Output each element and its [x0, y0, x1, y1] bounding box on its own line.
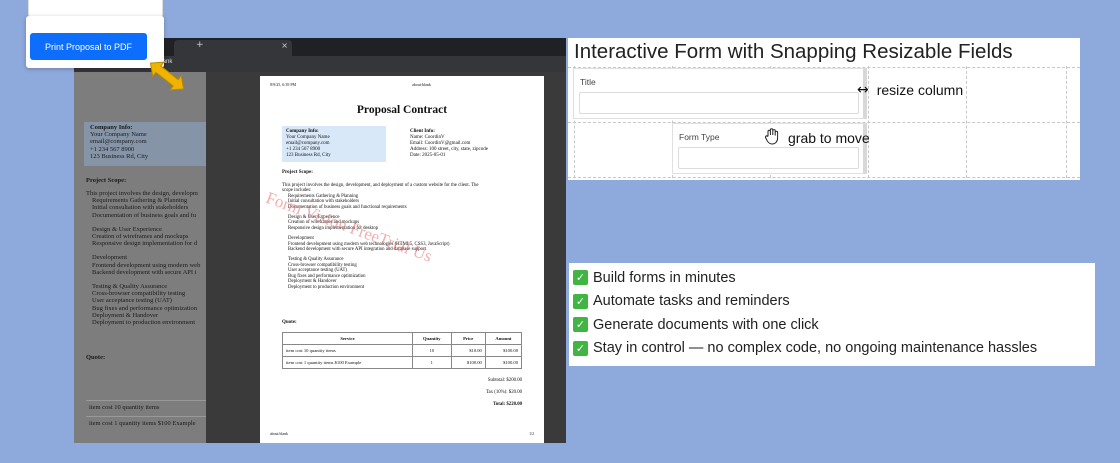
bg-scope-line: Creation of wireframes and mockups [92, 233, 189, 241]
scope-spacer [86, 219, 206, 226]
company-line: 123 Business Rd, City [286, 153, 331, 158]
scope-heading: Project Scope: [282, 170, 313, 175]
cell-amount: $100.00 [484, 356, 523, 369]
company-heading: Company Info: [286, 129, 319, 134]
cell-price: $100.00 [450, 356, 486, 369]
bg-scope-line: Requirements Gathering & Planning [92, 197, 188, 205]
bg-scope-line: Deployment & Handover [92, 311, 159, 319]
bg-scope-line: User acceptance testing (UAT) [92, 297, 172, 305]
bg-scope-line: Design & User Experience [92, 225, 162, 233]
bg-quote-row: item cost 1 quantity items $100 Example [86, 416, 206, 430]
client-line: Date: 2025-05-01 [410, 153, 446, 158]
col-price: Price [450, 332, 486, 345]
title-input[interactable] [579, 92, 859, 114]
check-icon: ✓ [573, 293, 588, 309]
page-number: 1/2 [529, 432, 534, 436]
table-row: item cost 10 quantity items 10 $10.00 $1… [282, 344, 523, 357]
total: Total: $220.00 [493, 402, 522, 407]
page-footer-url: about:blank [270, 432, 288, 436]
tax: Tax (10%): $20.00 [485, 390, 522, 395]
bg-scope-line: Testing & Quality Assurance [92, 283, 168, 291]
move-hint-text: grab to move [788, 129, 870, 146]
table-row: item cost 1 quantity items $100 Example … [282, 356, 523, 369]
benefits-list: ✓ Build forms in minutes ✓ Automate task… [569, 263, 1095, 366]
quote-table: Service Quantity Price Amount item cost … [282, 332, 523, 369]
form-builder-demo: Interactive Form with Snapping Resizable… [568, 38, 1080, 180]
scope-spacer [86, 247, 206, 254]
bg-scope-line: Bug fixes and performance optimization [92, 304, 198, 312]
bg-scope-line: Backend development with secure API i [92, 268, 197, 276]
page-header-name: about:blank [412, 82, 431, 87]
benefit-text: Stay in control — no complex code, no on… [593, 340, 1038, 357]
benefit-text: Automate tasks and reminders [593, 293, 790, 310]
client-info: Client Info: Name: CoordinV Email: Coord… [410, 129, 488, 159]
check-icon: ✓ [573, 270, 588, 286]
print-proposal-button[interactable]: Print Proposal to PDF [30, 33, 147, 60]
resize-horizontal-icon: ↔ [857, 82, 869, 98]
bg-scope-line: Responsive design implementation for d [92, 240, 198, 248]
list-item: ✓ Build forms in minutes [573, 266, 1091, 290]
check-icon: ✓ [573, 340, 588, 356]
form-demo-title: Interactive Form with Snapping Resizable… [574, 40, 1013, 63]
bg-scope-line: This project involves the design, develo… [86, 190, 198, 197]
bg-scope-line: Deployment to production environment [92, 319, 196, 327]
browser-screenshot: × + blank Company Info: Your Company Nam… [74, 38, 566, 443]
cell-amount: $100.00 [484, 344, 523, 357]
bg-scope-line: Development [92, 254, 128, 262]
proposal-title: Proposal Contract [356, 104, 448, 116]
bg-quote-heading: Quote: [86, 354, 106, 361]
benefit-text: Build forms in minutes [593, 269, 736, 286]
col-amount: Amount [484, 332, 523, 345]
list-item: ✓ Automate tasks and reminders [573, 290, 1091, 314]
grid-line [568, 177, 1080, 178]
quote-heading: Quote: [282, 320, 297, 325]
bg-company-line: +1 234 567 8900 [90, 145, 135, 153]
bg-company-info: Company Info: Your Company Name email@co… [84, 122, 206, 166]
form-type-input[interactable] [678, 147, 859, 169]
title-field-card[interactable]: Title [573, 68, 867, 119]
col-quantity: Quantity [412, 332, 452, 345]
cell-service: item cost 1 quantity items $100 Example [282, 356, 413, 369]
tab-close-icon[interactable]: × [281, 41, 288, 50]
bg-scope-line: Initial consultation with stakeholders [92, 204, 189, 212]
quote-table-header: Service Quantity Price Amount [282, 332, 523, 345]
move-hint: grab to move [764, 127, 870, 148]
bg-company-line: Your Company Name [90, 131, 147, 139]
print-preview-page: 8/9/25, 6:39 PM about:blank Proposal Con… [260, 76, 544, 443]
resize-hint-text: resize column [876, 82, 964, 98]
list-item: ✓ Generate documents with one click [573, 313, 1091, 337]
bg-scope-heading: Project Scope: [86, 177, 127, 184]
resize-hint: ↔ resize column [857, 82, 963, 98]
cell-service: item cost 10 quantity items [282, 344, 413, 357]
title-field-label: Title [580, 77, 596, 87]
client-heading: Client Info: [410, 129, 435, 134]
subtotal: Subtotal: $200.00 [487, 378, 522, 383]
check-icon: ✓ [573, 317, 588, 333]
bg-company-line: 123 Business Rd, City [90, 152, 149, 160]
bg-company-heading: Company Info: [90, 124, 133, 131]
bg-quote-row: item cost 10 quantity items [86, 400, 206, 414]
bg-company-line: email@company.com [90, 138, 147, 146]
browser-tab[interactable]: × [174, 40, 292, 56]
form-type-field-label: Form Type [679, 132, 720, 142]
cell-price: $10.00 [450, 344, 486, 357]
hand-grab-icon [764, 127, 780, 148]
benefit-text: Generate documents with one click [593, 316, 819, 333]
snap-grid: Title Form Type [568, 66, 1080, 178]
bg-scope-line: Documentation of business goals and fu [92, 211, 197, 219]
yellow-arrow-icon [149, 61, 185, 91]
bg-scope-line: Frontend development using modern web [92, 261, 201, 269]
cell-quantity: 1 [412, 356, 452, 369]
scope-spacer [86, 276, 206, 283]
background-document: Company Info: Your Company Name email@co… [74, 72, 206, 443]
new-tab-icon[interactable]: + [196, 40, 204, 50]
cell-quantity: 10 [412, 344, 452, 357]
bg-scope-line: Cross-browser compatibility testing [92, 290, 186, 298]
list-item: ✓ Stay in control — no complex code, no … [573, 337, 1091, 361]
company-info-box: Company Info: Your Company Name email@co… [282, 126, 386, 162]
page-header-date: 8/9/25, 6:39 PM [270, 82, 297, 87]
bg-scope-body: This project involves the design, develo… [86, 190, 206, 326]
col-service: Service [282, 332, 413, 345]
